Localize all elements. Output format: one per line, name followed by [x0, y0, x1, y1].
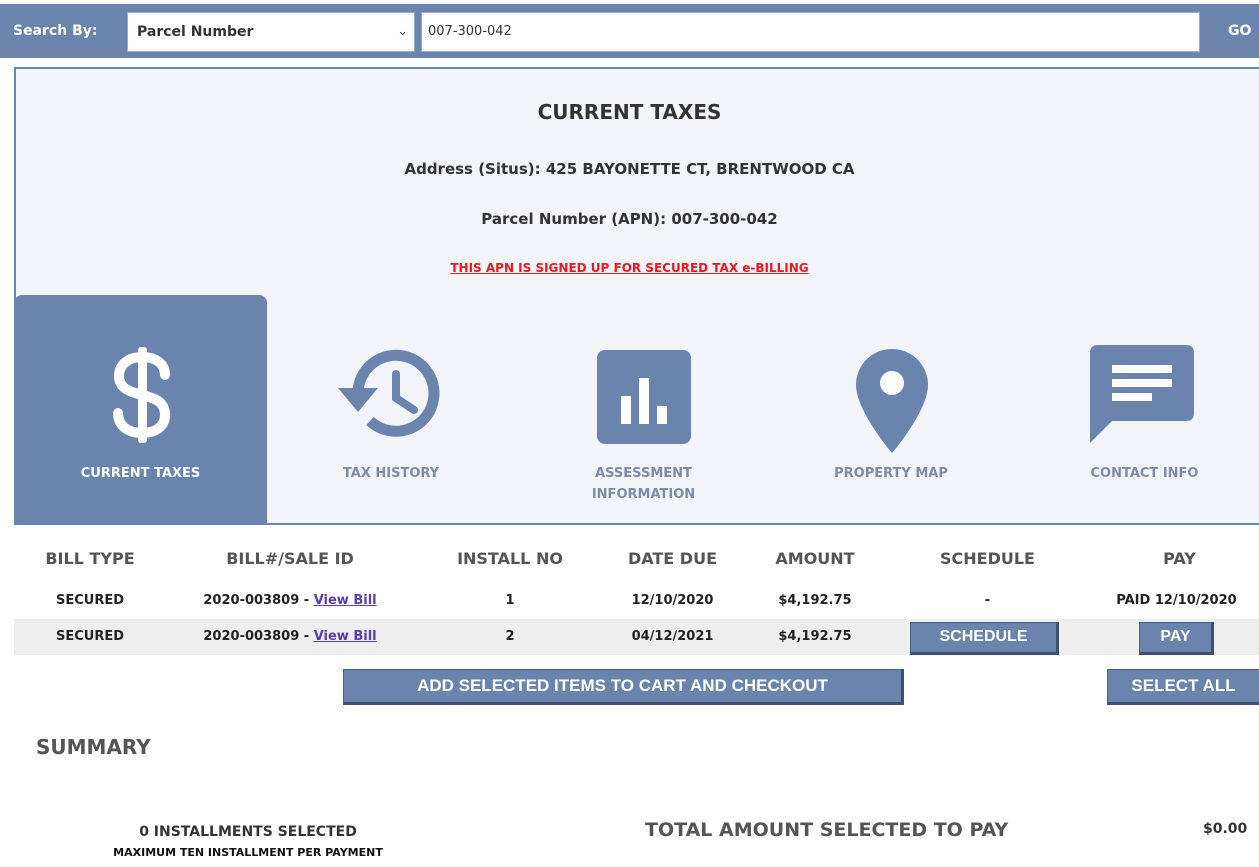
schedule-button[interactable]: SCHEDULE [910, 622, 1059, 655]
col-header-schedule: SCHEDULE [940, 549, 1035, 568]
message-icon [1090, 345, 1194, 443]
add-to-cart-button[interactable]: ADD SELECTED ITEMS TO CART AND CHECKOUT [343, 669, 904, 705]
total-amount-value: $0.00 [1203, 821, 1248, 837]
bill-type-cell: SECURED [55, 629, 125, 644]
search-type-value: Parcel Number [137, 24, 254, 40]
address-line: Address (Situs): 425 BAYONETTE CT, BRENT… [404, 160, 855, 178]
search-input[interactable]: 007-300-042 [421, 12, 1200, 52]
search-type-select[interactable]: Parcel Number ⌄ [127, 12, 415, 52]
tab-label: CONTACT INFO [1090, 466, 1199, 481]
col-header-bill-type: BILL TYPE [45, 549, 135, 568]
ebilling-notice: THIS APN IS SIGNED UP FOR SECURED TAX e-… [450, 261, 809, 275]
pay-status-cell: PAID 12/10/2020 [1116, 593, 1237, 608]
bar-chart-icon [597, 350, 691, 444]
tab-label: TAX HISTORY [342, 466, 440, 481]
date-due-cell: 04/12/2021 [631, 629, 714, 644]
tab-label: PROPERTY MAP [834, 466, 948, 481]
bill-id-text: 2020-003809 - [203, 593, 314, 608]
tab-current-taxes[interactable]: CURRENT TAXES [14, 295, 267, 523]
table-row: SECURED 2020-003809 - View Bill 2 04/12/… [14, 619, 1259, 655]
summary-heading: SUMMARY [36, 735, 151, 759]
col-header-amount: AMOUNT [775, 549, 855, 568]
select-all-button[interactable]: SELECT ALL [1107, 669, 1259, 705]
max-installment-note: MAXIMUM TEN INSTALLMENT PER PAYMENT [113, 846, 383, 859]
tab-label: ASSESSMENT INFORMATION [591, 466, 696, 502]
bill-id-cell: 2020-003809 - View Bill [175, 583, 405, 619]
search-bar: Search By: Parcel Number ⌄ 007-300-042 G… [0, 4, 1259, 58]
col-header-pay: PAY [1163, 549, 1196, 568]
col-header-install-no: INSTALL NO [457, 549, 563, 568]
bill-id-text: 2020-003809 - [203, 629, 314, 644]
tab-label: CURRENT TAXES [80, 466, 201, 481]
tab-property-map[interactable]: PROPERTY MAP [780, 295, 1002, 523]
tab-contact-info[interactable]: CONTACT INFO [1030, 295, 1259, 523]
col-header-date-due: DATE DUE [627, 549, 718, 568]
tab-tax-history[interactable]: TAX HISTORY [281, 295, 501, 523]
total-amount-label: TOTAL AMOUNT SELECTED TO PAY [645, 819, 1009, 841]
dollar-icon [113, 347, 171, 443]
page-title: CURRENT TAXES [537, 100, 722, 124]
view-bill-link[interactable]: View Bill [314, 593, 377, 608]
schedule-cell: - [984, 593, 991, 608]
install-no-cell: 2 [505, 629, 515, 644]
map-pin-icon [856, 349, 928, 453]
install-no-cell: 1 [505, 593, 515, 608]
amount-cell: $4,192.75 [778, 629, 852, 644]
installments-selected: 0 INSTALLMENTS SELECTED [139, 824, 357, 840]
bill-type-cell: SECURED [55, 593, 125, 608]
bill-id-cell: 2020-003809 - View Bill [175, 619, 405, 655]
table-row: SECURED 2020-003809 - View Bill 1 12/10/… [14, 583, 1259, 619]
col-header-bill-id: BILL#/SALE ID [226, 549, 354, 568]
parcel-line: Parcel Number (APN): 007-300-042 [481, 210, 778, 228]
pay-button[interactable]: PAY [1139, 622, 1214, 655]
chevron-down-icon: ⌄ [397, 24, 408, 39]
view-bill-link[interactable]: View Bill [314, 629, 377, 644]
date-due-cell: 12/10/2020 [631, 593, 714, 608]
history-icon [338, 349, 440, 437]
tab-assessment-information[interactable]: ASSESSMENT INFORMATION [530, 295, 757, 523]
go-button[interactable]: GO [1203, 4, 1259, 58]
search-by-label: Search By: [13, 23, 98, 39]
amount-cell: $4,192.75 [778, 593, 852, 608]
